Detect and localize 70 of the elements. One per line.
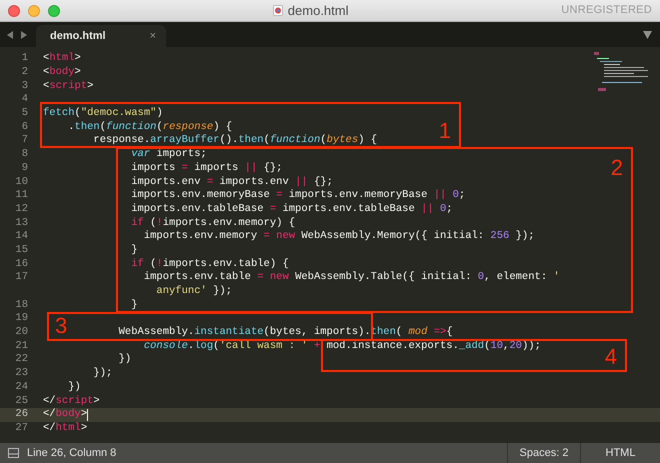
line-number: 20	[14, 327, 28, 338]
code-line: }	[131, 300, 138, 311]
line-number: 7	[20, 135, 28, 146]
line-number: 1	[20, 53, 28, 64]
line-number: 14	[14, 231, 28, 242]
panel-icon[interactable]	[8, 448, 19, 458]
code-line: </html>	[43, 422, 88, 434]
line-number: 15	[14, 244, 28, 256]
line-number: 10	[14, 176, 28, 188]
syntax-setting[interactable]: HTML	[580, 443, 660, 463]
line-number: 27	[14, 422, 28, 434]
line-number: 16	[14, 258, 28, 270]
file-icon	[272, 5, 283, 16]
line-number: 22	[14, 354, 28, 366]
line-number: 13	[14, 218, 28, 229]
code-line: <body>	[43, 67, 81, 78]
line-number: 5	[20, 108, 28, 120]
annotation-number: 1	[438, 120, 451, 142]
line-number: 24	[14, 382, 28, 393]
code-line: response.arrayBuffer().then(function(bytes) {	[93, 135, 378, 146]
line-number: 3	[20, 80, 28, 92]
code-line: if (!imports.env.memory) {	[131, 218, 296, 229]
line-number: 23	[14, 368, 28, 380]
annotation-number: 3	[55, 315, 68, 337]
code-line: var imports;	[131, 149, 207, 160]
zoom-window-button[interactable]	[48, 4, 60, 16]
indentation-setting[interactable]: Spaces: 2	[507, 443, 580, 463]
line-number: 19	[14, 313, 28, 324]
line-number: 18	[14, 300, 28, 311]
code-line: imports.env = imports.env || {};	[131, 176, 333, 188]
code-line: imports = imports || {};	[131, 162, 282, 174]
code-line: fetch("democ.wasm")	[43, 108, 163, 120]
code-line: imports.env.memory = new WebAssembly.Memory({ initial: 256 });	[144, 231, 535, 242]
code-line: anyfunc' });	[156, 286, 232, 298]
line-number: 4	[20, 94, 28, 106]
unregistered-label: UNREGISTERED	[561, 3, 652, 18]
annotation-number: 4	[604, 346, 617, 368]
code-line: }	[131, 244, 138, 256]
line-number: 17	[14, 272, 28, 284]
line-number: 8	[20, 149, 28, 160]
annotation-number: 2	[610, 157, 623, 179]
code-line: })	[68, 382, 81, 393]
line-number: 25	[14, 396, 28, 407]
close-tab-icon[interactable]: ×	[150, 28, 156, 44]
code-line: imports.env.memoryBase = imports.env.memoryBase || 0;	[131, 190, 466, 202]
code-line: if (!imports.env.table) {	[131, 258, 289, 270]
line-number: 21	[14, 340, 28, 352]
back-arrow-icon[interactable]	[7, 31, 14, 39]
code-line: <html>	[43, 53, 81, 64]
code-line: })	[118, 354, 132, 366]
text-cursor	[87, 409, 88, 422]
line-number: 11	[14, 190, 28, 202]
cursor-position: Line 26, Column 8	[27, 446, 118, 461]
line-number: 9	[20, 162, 28, 174]
code-line: .then(function(response) {	[68, 122, 232, 133]
close-window-button[interactable]	[8, 4, 20, 16]
window-title: demo.html	[288, 2, 348, 20]
forward-arrow-icon[interactable]	[20, 31, 27, 39]
line-number: 12	[14, 204, 28, 215]
code-line: </body>	[43, 409, 88, 420]
code-line: <script>	[43, 80, 94, 92]
code-line: });	[93, 368, 112, 380]
editor-tab[interactable]: demo.html ×	[36, 25, 166, 47]
line-number: 26	[14, 409, 28, 420]
dropdown-caret-icon[interactable]	[643, 31, 652, 39]
code-line: </script>	[43, 396, 100, 407]
line-number: 2	[20, 67, 28, 78]
code-line: imports.env.table = new WebAssembly.Table({ initial: 0, element: '	[144, 272, 560, 284]
code-line: imports.env.tableBase = imports.env.tableBase || 0;	[131, 204, 453, 215]
line-number: 6	[20, 122, 28, 133]
